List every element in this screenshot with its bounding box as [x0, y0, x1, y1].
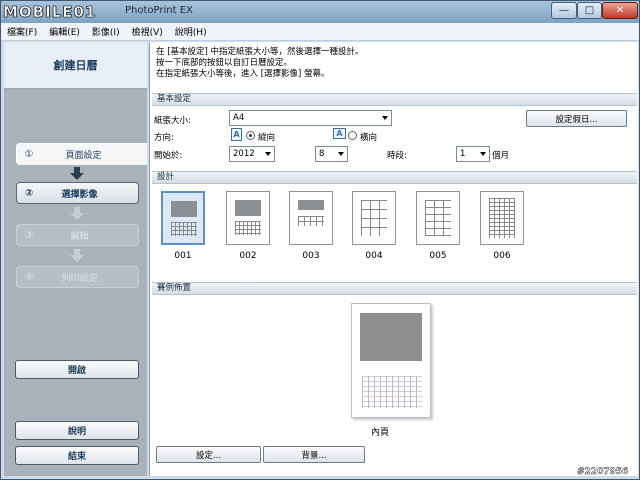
menu-file[interactable]: 檔案(F)	[7, 25, 37, 38]
instruction-line: 按一下底部的按鈕以自訂日曆設定。	[156, 58, 293, 68]
design-thumbnail	[416, 191, 460, 245]
close-button[interactable]: ✕	[602, 2, 638, 19]
window-title: PhotoPrint EX	[125, 5, 193, 16]
portrait-radio[interactable]	[246, 131, 255, 140]
instruction-line: 在 [基本設定] 中指定紙張大小等，然後選擇一種設計。	[156, 47, 364, 57]
sidebar: 創建日曆 ① 頁面設定 ② 選擇影像 ③ 編輯 ④ 列印設定 開啟 說明 結束	[4, 42, 147, 476]
design-code: 005	[429, 251, 447, 261]
maximize-button[interactable]: □	[577, 2, 602, 19]
step-label: 編輯	[70, 231, 89, 242]
design-code: 006	[493, 251, 511, 261]
design-003[interactable]: 003	[289, 191, 333, 261]
instruction-line: 在指定紙張大小等後，進入 [選擇影像] 螢幕。	[156, 69, 330, 79]
start-month-value: 8	[319, 149, 325, 159]
period-value: 1	[460, 149, 466, 159]
exit-button[interactable]: 結束	[15, 446, 139, 465]
design-code: 004	[365, 251, 383, 261]
start-year-value: 2012	[233, 149, 255, 159]
watermark: #2207956	[577, 467, 629, 477]
landscape-radio[interactable]	[348, 131, 357, 140]
maximize-icon: □	[584, 4, 595, 16]
design-header: 設計	[152, 171, 637, 184]
design-thumbnail	[352, 191, 396, 245]
set-holidays-button[interactable]: 設定假日...	[526, 110, 627, 127]
design-code: 001	[174, 251, 192, 261]
portrait-label: 縱向	[258, 133, 276, 143]
menu-view[interactable]: 檢視(V)	[132, 25, 163, 38]
step-number: ②	[24, 187, 34, 199]
main-panel: 在 [基本設定] 中指定紙張大小等，然後選擇一種設計。 按一下底部的按鈕以自訂日…	[149, 42, 638, 476]
step-print-settings: ④ 列印設定	[16, 266, 139, 288]
step-label: 頁面設定	[65, 150, 102, 161]
calendar-preview	[351, 303, 431, 418]
step-label: 列印設定	[61, 273, 98, 284]
open-button[interactable]: 開啟	[15, 360, 139, 379]
arrow-down-icon	[70, 249, 84, 263]
period-unit: 個月	[492, 151, 510, 161]
minimize-button[interactable]: —	[551, 2, 577, 19]
minimize-icon: —	[559, 4, 569, 16]
layout-header: 賽例佈置	[152, 282, 637, 295]
design-thumbnail	[226, 191, 270, 245]
help-button[interactable]: 說明	[15, 421, 139, 440]
menu-image[interactable]: 影像(I)	[92, 25, 120, 38]
step-label: 選擇影像	[61, 189, 98, 200]
design-002[interactable]: 002	[226, 191, 270, 261]
preview-calendar-grid	[362, 376, 422, 408]
start-month-select[interactable]: 8	[315, 146, 348, 162]
paper-size-select[interactable]: A4	[229, 110, 392, 126]
chevron-down-icon	[382, 116, 388, 120]
logo-text: MOBILE01	[3, 3, 97, 22]
portrait-icon: A	[231, 128, 242, 141]
design-004[interactable]: 004	[352, 191, 396, 261]
menu-bar: 檔案(F) 編輯(E) 影像(I) 檢視(V) 說明(H)	[1, 23, 639, 41]
close-icon: ✕	[615, 4, 625, 16]
preview-page-label: 內頁	[371, 428, 390, 438]
menu-help[interactable]: 說明(H)	[175, 25, 207, 38]
background-button[interactable]: 背景...	[263, 446, 365, 463]
design-005[interactable]: 005	[416, 191, 460, 261]
chevron-down-icon	[265, 152, 271, 156]
step-page-setup[interactable]: ① 頁面設定	[16, 143, 147, 165]
step-edit: ③ 編輯	[16, 224, 139, 246]
step-number: ④	[24, 271, 34, 283]
mobile01-logo: MOBILE01	[3, 2, 96, 22]
menu-edit[interactable]: 編輯(E)	[49, 25, 80, 38]
paper-size-label: 紙張大小:	[154, 116, 191, 126]
step-number: ①	[24, 148, 34, 160]
paper-size-value: A4	[233, 113, 245, 123]
settings-button[interactable]: 設定...	[156, 446, 261, 463]
chevron-down-icon	[480, 152, 486, 156]
sidebar-title: 創建日曆	[4, 42, 147, 89]
design-006[interactable]: 006	[480, 191, 524, 261]
period-label: 時段:	[387, 151, 407, 161]
basic-settings-header: 基本設定	[152, 93, 637, 106]
app-window: MOBILE01 PhotoPrint EX — □ ✕ 檔案(F) 編輯(E)…	[0, 0, 640, 480]
start-label: 開始於:	[154, 151, 183, 161]
design-thumbnail	[161, 191, 205, 245]
step-select-image[interactable]: ② 選擇影像	[16, 182, 139, 204]
design-thumbnail	[289, 191, 333, 245]
period-select[interactable]: 1	[456, 146, 490, 162]
chevron-down-icon	[338, 152, 344, 156]
design-thumbnail	[480, 191, 524, 245]
landscape-label: 橫向	[360, 133, 378, 143]
title-bar: MOBILE01 PhotoPrint EX — □ ✕	[1, 1, 639, 23]
arrow-down-icon	[70, 167, 84, 181]
landscape-icon: A	[333, 128, 346, 139]
step-number: ③	[24, 229, 34, 241]
orientation-label: 方向:	[154, 133, 174, 143]
design-code: 003	[302, 251, 320, 261]
start-year-select[interactable]: 2012	[229, 146, 275, 162]
preview-photo	[360, 313, 422, 361]
design-001[interactable]: 001	[161, 191, 205, 261]
design-code: 002	[239, 251, 257, 261]
arrow-down-icon	[70, 207, 84, 221]
instructions: 在 [基本設定] 中指定紙張大小等，然後選擇一種設計。 按一下底部的按鈕以自訂日…	[156, 47, 626, 80]
